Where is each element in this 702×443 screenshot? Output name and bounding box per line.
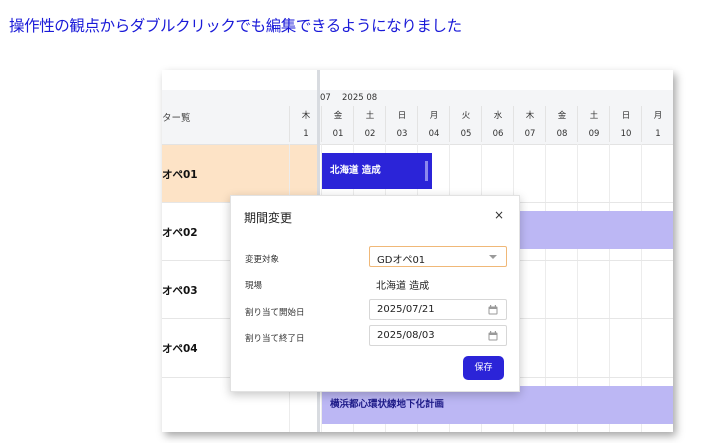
end-date-value: 2025/08/03 (377, 330, 435, 341)
day-header-cell: 土 09 (577, 106, 610, 142)
weekday-label: 金 (333, 111, 343, 121)
day-number-label: 07 (524, 129, 536, 139)
weekday-label: 土 (589, 111, 599, 121)
dialog-title: 期間変更 (244, 211, 293, 225)
day-number-label: 06 (492, 129, 504, 139)
day-header-cell: 水 06 (481, 106, 514, 142)
weekday-label: 日 (397, 111, 407, 121)
weekday-label: 日 (621, 111, 631, 121)
weekday-label: 木 (525, 111, 535, 121)
save-button[interactable]: 保存 (463, 356, 504, 380)
day-header-cell: 金 08 (545, 106, 578, 142)
resize-handle[interactable] (425, 161, 428, 181)
weekday-label: 月 (653, 111, 663, 121)
period-change-dialog: 期間変更 × 変更対象 GDオペ01 現場 北海道 造成 割り当て開始日 202… (230, 195, 520, 392)
day-header-cell: 日 10 (609, 106, 642, 142)
end-date-input[interactable]: 2025/08/03 (369, 325, 507, 346)
day-number-label: 1 (303, 129, 309, 139)
day-number-label: 02 (364, 129, 376, 139)
weekday-label: 木 (301, 111, 311, 121)
calendar-icon[interactable] (488, 305, 498, 315)
day-header-cell: 月1 (641, 106, 673, 142)
start-date-input[interactable]: 2025/07/21 (369, 299, 507, 320)
day-header-cell: 木1 (289, 106, 322, 142)
day-header-cell: 木 07 (513, 106, 546, 142)
day-number-label: 08 (556, 129, 568, 139)
day-header-cell: 日 03 (385, 106, 418, 142)
schedule-bar-hokkaido[interactable]: 北海道 造成 (322, 153, 432, 189)
start-date-value: 2025/07/21 (377, 304, 435, 315)
day-header-cell: 土 02 (353, 106, 386, 142)
weekday-label: 金 (557, 111, 567, 121)
day-header-cell: 金 01 (321, 106, 354, 142)
day-header-cell: 火 05 (449, 106, 482, 142)
day-number-label: 1 (655, 129, 661, 139)
weekday-label: 月 (429, 111, 439, 121)
day-number-label: 03 (396, 129, 408, 139)
month-label: 2025 08 (342, 93, 378, 103)
operator-name: オペ01 (162, 169, 198, 181)
day-header-cell: 月 04 (417, 106, 450, 142)
weekday-label: 水 (493, 111, 503, 121)
target-label: 変更対象 (245, 255, 280, 265)
end-date-label: 割り当て終了日 (245, 334, 305, 344)
day-number-label: 01 (332, 129, 344, 139)
schedule-bar[interactable] (520, 211, 673, 249)
schedule-bar-label: 横浜都心環状線地下化計画 (330, 399, 445, 410)
operator-name: オペ04 (162, 343, 198, 355)
site-label: 現場 (245, 281, 263, 291)
close-icon[interactable]: × (494, 208, 504, 222)
target-value: GDオペ01 (377, 255, 426, 266)
day-number-label: 04 (428, 129, 440, 139)
chevron-down-icon (489, 255, 497, 259)
month-prev-label: 07 (320, 93, 331, 103)
operator-list-title: ター覧 (162, 113, 191, 124)
day-number-label: 10 (620, 129, 632, 139)
operator-name: オペ03 (162, 285, 198, 297)
start-date-label: 割り当て開始日 (245, 308, 305, 318)
day-number-label: 09 (588, 129, 600, 139)
operator-name: オペ02 (162, 227, 198, 239)
calendar-icon[interactable] (488, 331, 498, 341)
site-value: 北海道 造成 (376, 281, 430, 292)
schedule-bar-label: 北海道 造成 (330, 165, 381, 176)
target-select[interactable]: GDオペ01 (369, 246, 507, 267)
weekday-label: 火 (461, 111, 471, 121)
day-number-label: 05 (460, 129, 472, 139)
weekday-label: 土 (365, 111, 375, 121)
headline-text: 操作性の観点からダブルクリックでも編集できるようになりました (9, 17, 462, 35)
